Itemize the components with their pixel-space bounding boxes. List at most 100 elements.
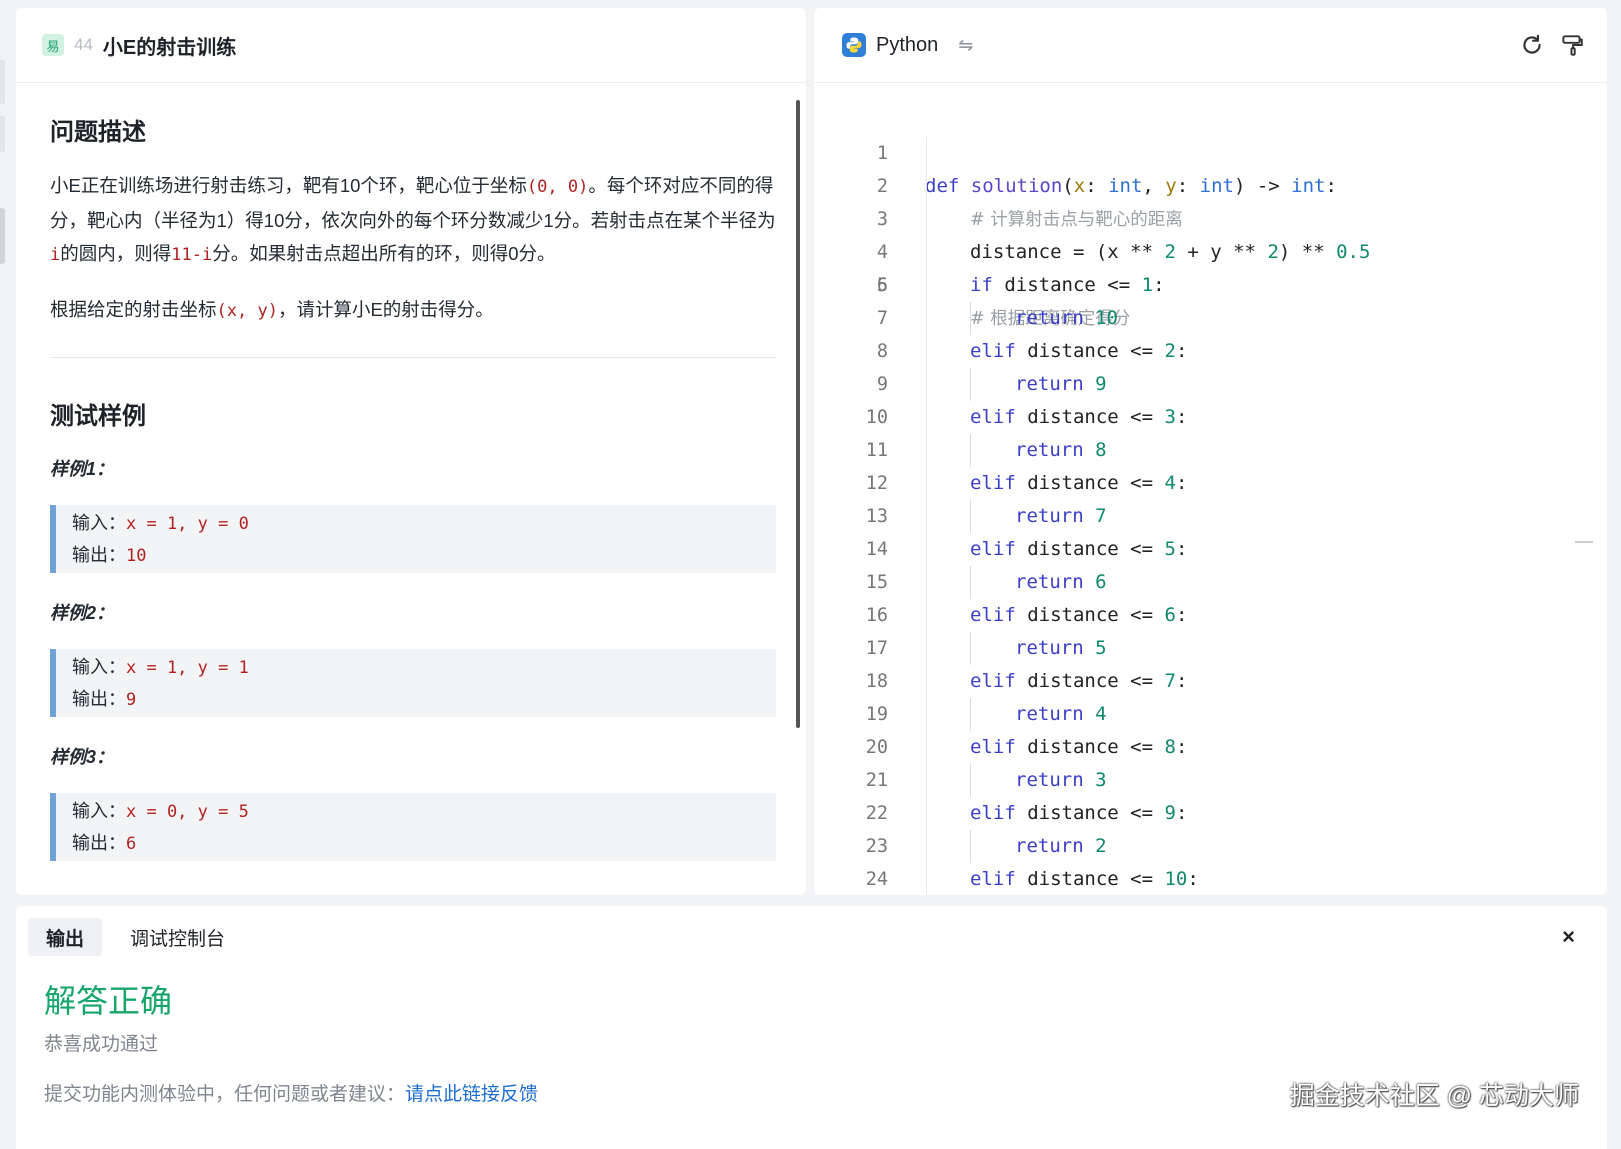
code-editor[interactable]: 1 def solution(x: int, y: int) -> int: 2… [814, 104, 1607, 895]
code-line: 3 distance = (x ** 2 + y ** 2) ** 0.5 [814, 170, 1607, 263]
input-value: x = 1, y = 0 [126, 513, 249, 534]
example-label: 样例3： [50, 747, 115, 767]
line-number: 14 [865, 539, 888, 560]
code-text: return 7 [1015, 500, 1107, 533]
output-value: 9 [126, 689, 137, 710]
code-line: 15 return 6 [814, 566, 1607, 599]
description-paragraph: 小E正在训练场进行射击练习，靶有10个环，靶心位于坐标(0, 0)。每个环对应不… [50, 169, 776, 272]
keyword: elif [970, 340, 1016, 362]
line-number: 13 [865, 506, 888, 527]
code-line: 2 # 计算射击点与靶心的距离 [814, 137, 1607, 230]
paint-roller-icon[interactable] [1559, 32, 1585, 58]
code-token: distance <= [992, 274, 1142, 296]
line-number: 6 [876, 275, 888, 296]
punct: : [1175, 604, 1188, 626]
tab-output[interactable]: 输出 [28, 918, 103, 956]
line-number: 20 [865, 737, 888, 758]
number: 8 [1095, 439, 1107, 461]
example-box: 输入：x = 1, y = 1 输出：9 [50, 649, 776, 717]
code-line: 18 elif distance <= 7: [814, 665, 1607, 698]
code-line: 4 [814, 203, 1607, 263]
code-text: return 9 [1015, 368, 1107, 401]
keyword: if [970, 274, 993, 296]
example-label: 样例2： [50, 603, 115, 623]
code-text: if distance <= 1: [970, 269, 1165, 302]
code-text: elif distance <= 9: [970, 797, 1187, 830]
result-title: 解答正确 [44, 983, 173, 1019]
code-token: distance <= [1015, 472, 1165, 494]
desc-text: ，请计算小E的射击得分。 [277, 299, 494, 320]
keyword: elif [970, 538, 1016, 560]
section-divider [50, 357, 776, 358]
code-token: distance <= [1015, 538, 1165, 560]
punct: : [1175, 802, 1188, 824]
keyword: return [1015, 703, 1084, 725]
input-value: x = 1, y = 1 [126, 657, 249, 678]
difficulty-badge: 易 [42, 34, 64, 56]
feedback-link[interactable]: 请点此链接反馈 [405, 1084, 538, 1105]
inline-code: i [50, 245, 61, 265]
number: 1 [1141, 274, 1154, 296]
code-token: distance <= [1015, 802, 1165, 824]
description-paragraph: 根据给定的射击坐标(x, y)，请计算小E的射击得分。 [50, 293, 776, 328]
code-text: elif distance <= 5: [970, 533, 1187, 566]
indent-guide [970, 764, 971, 797]
code-line: 8 elif distance <= 2: [814, 335, 1607, 368]
code-text: return 5 [1015, 632, 1107, 665]
code-text: return 3 [1015, 764, 1107, 797]
keyword: elif [970, 604, 1016, 626]
line-number: 24 [865, 869, 888, 890]
code-text: elif distance <= 10: [970, 863, 1199, 895]
keyword: return [1015, 307, 1084, 329]
input-label: 输入： [72, 512, 126, 533]
punct: : [1175, 670, 1188, 692]
code-line: 24 elif distance <= 10: [814, 863, 1607, 895]
number: 7 [1164, 670, 1176, 692]
number: 6 [1095, 571, 1107, 593]
number: 5 [1164, 538, 1176, 560]
inline-code: (0, 0) [526, 177, 589, 197]
tab-debug-console[interactable]: 调试控制台 [112, 918, 243, 956]
output-value: 10 [126, 545, 147, 566]
python-icon [842, 33, 866, 57]
code-line: 12 elif distance <= 4: [814, 467, 1607, 500]
language-selector[interactable]: Python [876, 34, 938, 57]
code-line: 6 if distance <= 1: [814, 269, 1607, 302]
example-box: 输入：x = 1, y = 0 输出：10 [50, 505, 776, 573]
number: 9 [1095, 373, 1107, 395]
keyword: return [1015, 373, 1084, 395]
problem-panel: 易 44 小E的射击训练 问题描述 小E正在训练场进行射击练习，靶有10个环，靶… [16, 8, 806, 895]
example-1: 样例1： 输入：x = 1, y = 0 输出：10 [50, 455, 776, 573]
line-number: 15 [865, 572, 888, 593]
code-line: 5 # 根据距离确定得分 [814, 236, 1607, 329]
keyword: return [1015, 571, 1084, 593]
swap-icon[interactable]: ⇋ [958, 35, 973, 56]
watermark: 掘金技术社区 @ 芯动大师 [1289, 1082, 1579, 1110]
output-tabs: 输出 调试控制台 [28, 918, 243, 956]
indent-guide [970, 632, 971, 665]
code-line: 16 elif distance <= 6: [814, 599, 1607, 632]
number: 4 [1095, 703, 1107, 725]
code-token: distance <= [1015, 736, 1165, 758]
example-input: 输入：x = 1, y = 0 [72, 509, 776, 538]
code-line: 9 return 9 [814, 368, 1607, 401]
output-label: 输出： [72, 544, 126, 565]
input-value: x = 0, y = 5 [126, 801, 249, 822]
code-text: return 4 [1015, 698, 1107, 731]
problem-scrollbar[interactable] [796, 100, 800, 728]
input-label: 输入： [72, 800, 126, 821]
close-icon[interactable]: × [1562, 924, 1575, 950]
punct: : [1175, 736, 1188, 758]
code-text: elif distance <= 7: [970, 665, 1187, 698]
number: 6 [1164, 604, 1176, 626]
refresh-icon[interactable] [1519, 32, 1545, 58]
line-number: 12 [865, 473, 888, 494]
code-text: elif distance <= 3: [970, 401, 1187, 434]
code-token: distance <= [1015, 604, 1165, 626]
overview-ruler-mark [1575, 541, 1593, 543]
line-number: 7 [876, 308, 888, 329]
line-number: 21 [865, 770, 888, 791]
line-number: 9 [876, 374, 888, 395]
